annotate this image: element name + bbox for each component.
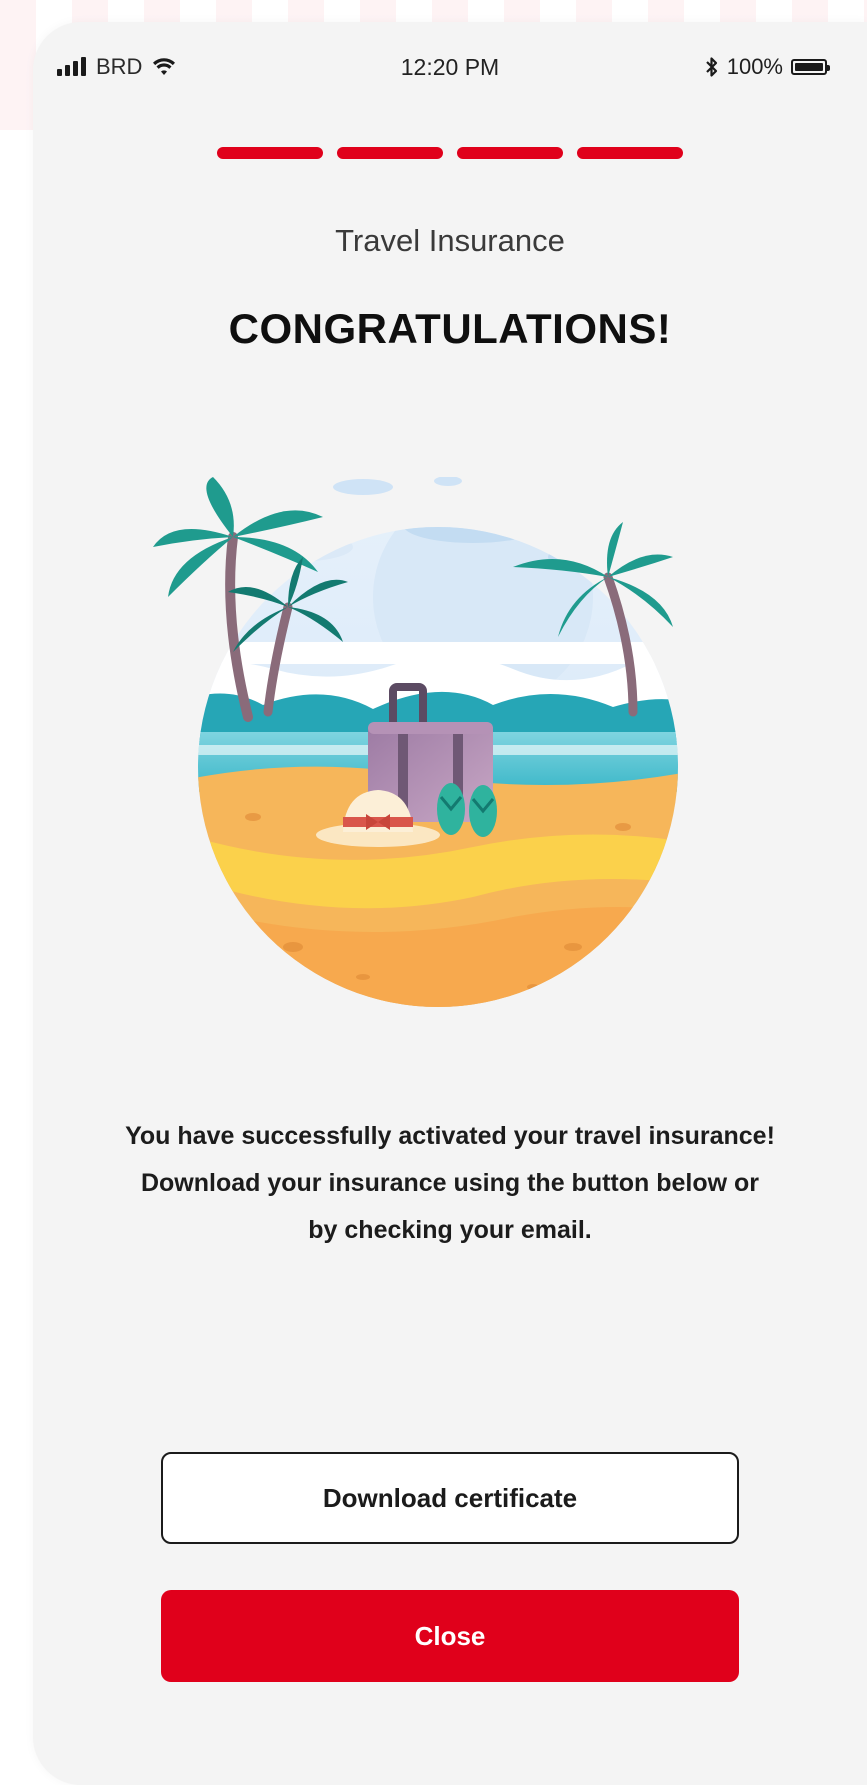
battery-icon (791, 59, 830, 75)
page-subtitle: Travel Insurance (335, 223, 565, 258)
status-bar-right: 100% (705, 54, 830, 80)
progress-step-3 (457, 147, 563, 159)
page-title: CONGRATULATIONS! (228, 305, 672, 352)
progress-step-1 (217, 147, 323, 159)
close-label: Close (414, 1620, 486, 1651)
success-message: You have successfully activated your tra… (125, 1122, 775, 1244)
progress-step-2 (337, 147, 443, 159)
phone-screen: BRD 12:20 PM 100% Travel Insurance CONGR… (33, 22, 867, 1785)
download-certificate-label: Download certificate (322, 1482, 578, 1513)
bluetooth-icon (705, 57, 717, 77)
battery-percentage: 100% (726, 54, 783, 79)
progress-step-4 (577, 147, 683, 159)
progress-steps (217, 147, 683, 159)
status-bar: BRD 12:20 PM 100% (33, 50, 867, 90)
download-certificate-button[interactable]: Download certificate (161, 1452, 739, 1544)
close-button[interactable]: Close (161, 1590, 739, 1682)
beach-scene-illustration (153, 477, 678, 1007)
